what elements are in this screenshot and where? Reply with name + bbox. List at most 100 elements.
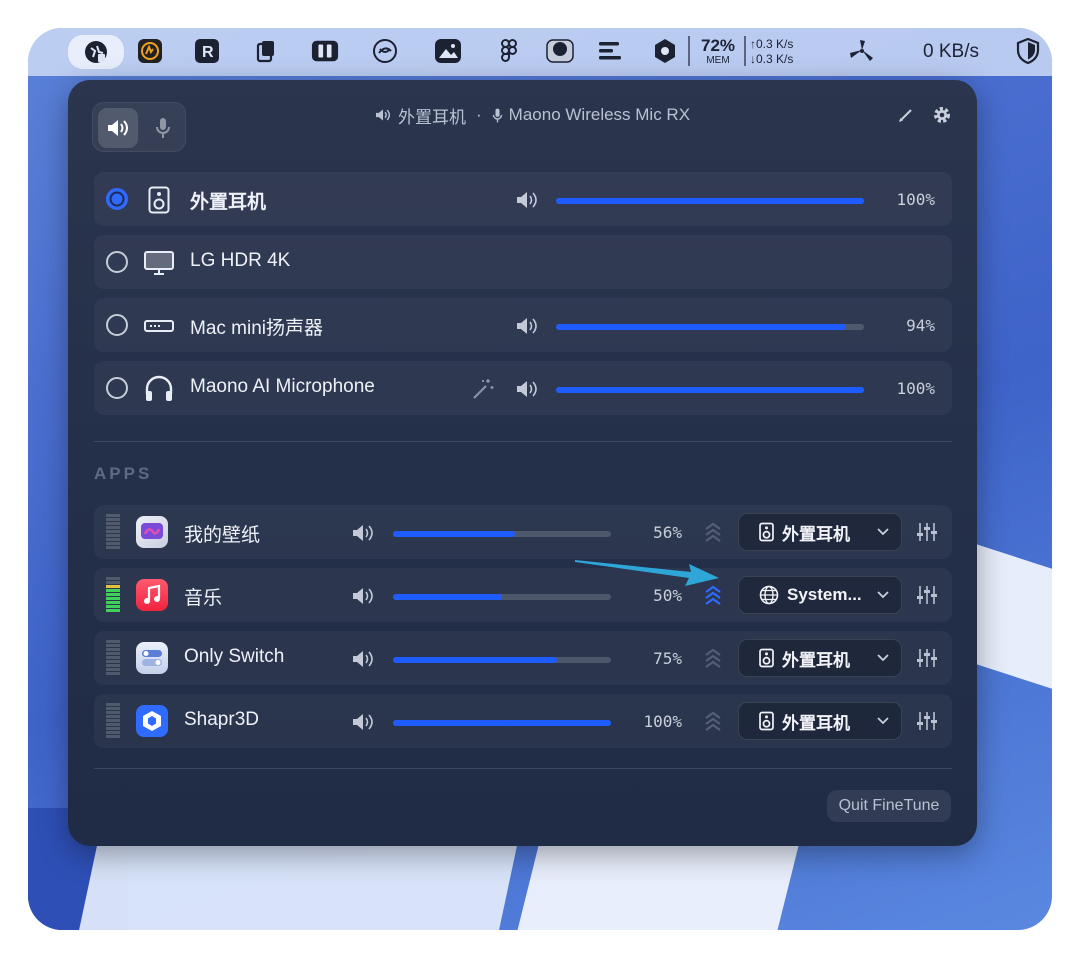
- fan-menubar-button[interactable]: [371, 37, 399, 65]
- globe-icon: [759, 585, 779, 605]
- app-name: 我的壁纸: [184, 525, 261, 546]
- app-volume-slider[interactable]: [393, 657, 611, 663]
- speaker-icon: [108, 120, 128, 136]
- menubar-separator: [688, 36, 690, 66]
- volume-icon[interactable]: [350, 522, 376, 544]
- level-meter: [106, 703, 120, 739]
- svg-text:R: R: [202, 44, 214, 61]
- device-row-external-headphones[interactable]: 外置耳机 100%: [94, 172, 952, 226]
- network-stat[interactable]: ↑0.3 K/s ↓0.3 K/s: [750, 36, 814, 68]
- output-route-dropdown[interactable]: System...: [738, 576, 902, 614]
- route-label: System...: [787, 585, 862, 604]
- output-route-dropdown[interactable]: 外置耳机: [738, 702, 902, 740]
- device-select-radio[interactable]: [106, 251, 128, 273]
- image-menubar-button[interactable]: [434, 37, 462, 65]
- mem-percent: 72%: [700, 36, 736, 55]
- app-name: Shapr3D: [184, 709, 259, 730]
- device-row-mac-mini-speaker[interactable]: Mac mini扬声器 94%: [94, 298, 952, 352]
- download-speed: ↓0.3 K/s: [750, 52, 794, 66]
- app-name: Only Switch: [184, 646, 285, 667]
- switch-icon: [311, 40, 339, 62]
- device-volume-slider[interactable]: [556, 387, 864, 393]
- menu-bar: R 72% MEM ↑0.3 K/s ↓0.3 K/s 0 KB/s: [28, 28, 1052, 76]
- route-label: 外置耳机: [782, 713, 850, 733]
- device-select-radio[interactable]: [106, 377, 128, 399]
- app-volume-slider[interactable]: [393, 594, 611, 600]
- disk-menubar-button[interactable]: [546, 37, 574, 65]
- output-route-dropdown[interactable]: 外置耳机: [738, 513, 902, 551]
- figma-menubar-button[interactable]: [495, 37, 523, 65]
- speaker-box-icon: [759, 648, 774, 668]
- equalizer-icon[interactable]: [916, 647, 938, 669]
- finetune-menubar-button[interactable]: [68, 35, 124, 69]
- app-volume-percent: 56%: [653, 523, 682, 542]
- device-row-maono-ai-microphone[interactable]: Maono AI Microphone 100%: [94, 361, 952, 415]
- net-speed-label[interactable]: 0 KB/s: [916, 37, 986, 67]
- app-name: 音乐: [184, 588, 223, 609]
- device-volume-percent: 94%: [906, 316, 935, 335]
- device-select-radio[interactable]: [106, 314, 128, 336]
- finetune-icon: [85, 41, 107, 63]
- device-volume-slider[interactable]: [556, 198, 864, 204]
- app-row-wallpaper: 我的壁纸 56% 外置耳机: [94, 505, 952, 559]
- equalizer-icon[interactable]: [916, 710, 938, 732]
- shield-menubar-button[interactable]: [1014, 37, 1042, 65]
- hexagon-menubar-button[interactable]: [651, 37, 679, 65]
- figma-icon: [500, 39, 517, 62]
- volume-icon[interactable]: [350, 585, 376, 607]
- switch-menubar-button[interactable]: [311, 37, 339, 65]
- current-output-label: 外置耳机: [398, 107, 466, 127]
- annotation-arrow: [575, 560, 719, 586]
- hexagon-icon: [655, 39, 675, 63]
- activity-menubar-button[interactable]: [136, 37, 164, 65]
- equalizer-icon[interactable]: [916, 521, 938, 543]
- volume-icon[interactable]: [514, 189, 540, 211]
- app-row-shapr3d: Shapr3D 100% 外置耳机: [94, 694, 952, 748]
- route-label: 外置耳机: [782, 650, 850, 670]
- shapr3d-app-icon: [136, 705, 168, 737]
- device-volume-slider[interactable]: [556, 324, 864, 330]
- speaker-box-icon: [759, 711, 774, 731]
- app-volume-slider[interactable]: [393, 720, 611, 726]
- device-name: Mac mini扬声器: [190, 318, 324, 339]
- magic-wand-icon[interactable]: [470, 376, 496, 402]
- fan-blades-menubar-button[interactable]: [848, 37, 876, 65]
- equalizer-icon[interactable]: [916, 584, 938, 606]
- device-name: LG HDR 4K: [190, 250, 291, 271]
- clipboard-menubar-button[interactable]: [252, 37, 280, 65]
- device-select-radio[interactable]: [106, 188, 128, 210]
- app-volume-slider[interactable]: [393, 531, 611, 537]
- output-route-dropdown[interactable]: 外置耳机: [738, 639, 902, 677]
- edit-pencil-icon[interactable]: [897, 106, 915, 124]
- volume-icon[interactable]: [350, 648, 376, 670]
- boost-chevrons-icon[interactable]: [702, 710, 724, 732]
- disk-icon: [546, 39, 574, 63]
- volume-icon[interactable]: [350, 711, 376, 733]
- io-mode-toggle: [92, 102, 186, 152]
- header-tools: [897, 104, 953, 126]
- quit-button[interactable]: Quit FineTune: [827, 790, 951, 822]
- input-mode-button[interactable]: [143, 108, 183, 148]
- r-app-menubar-button[interactable]: R: [193, 37, 221, 65]
- wallpaper-app-icon: [136, 516, 168, 548]
- chevron-down-icon: [877, 528, 889, 536]
- app-row-music: 音乐 50% System...: [94, 568, 952, 622]
- memory-stat[interactable]: 72% MEM: [696, 34, 740, 70]
- volume-icon[interactable]: [514, 315, 540, 337]
- volume-icon[interactable]: [514, 378, 540, 400]
- device-volume-percent: 100%: [896, 190, 935, 209]
- settings-gear-icon[interactable]: [931, 104, 953, 126]
- list-icon: [599, 42, 621, 60]
- list-menubar-button[interactable]: [596, 37, 624, 65]
- finetune-popover: 外置耳机 · Maono Wireless Mic RX 外置耳机 100% L…: [68, 80, 977, 846]
- output-mode-button[interactable]: [98, 108, 138, 148]
- apps-section-title: APPS: [94, 464, 153, 483]
- app-row-only-switch: Only Switch 75% 外置耳机: [94, 631, 952, 685]
- app-volume-percent: 75%: [653, 649, 682, 668]
- header-separator: ·: [476, 105, 482, 124]
- device-row-lg-hdr-4k[interactable]: LG HDR 4K: [94, 235, 952, 289]
- boost-chevrons-icon[interactable]: [702, 647, 724, 669]
- chevron-down-icon: [877, 654, 889, 662]
- microphone-icon: [156, 118, 170, 138]
- boost-chevrons-icon[interactable]: [702, 521, 724, 543]
